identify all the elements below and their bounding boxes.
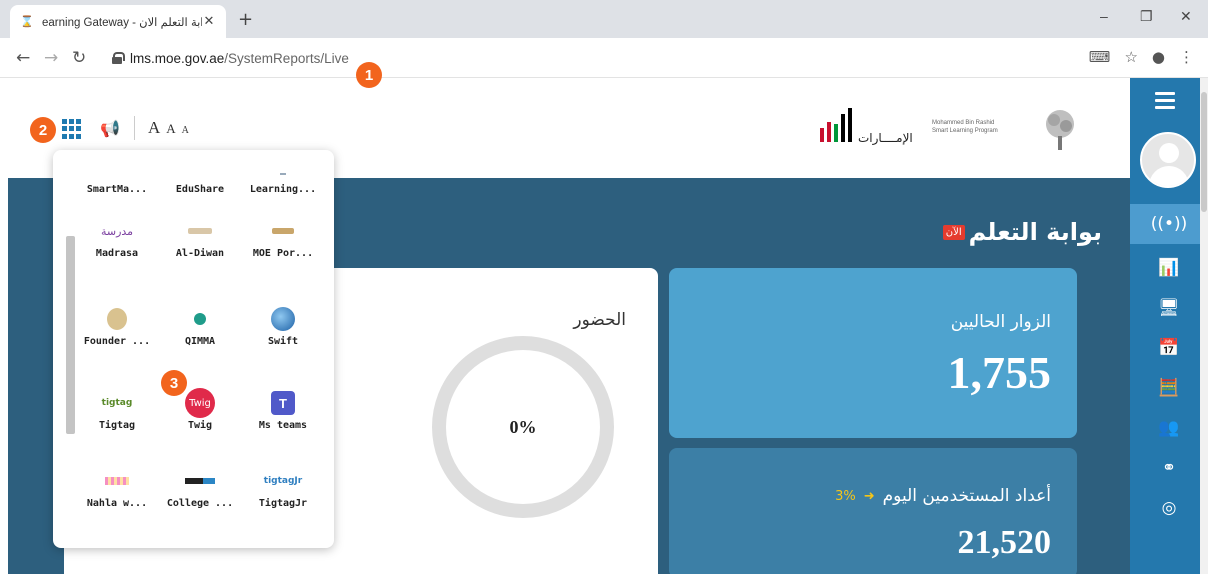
- app-college[interactable]: College ...: [160, 464, 240, 509]
- app-tigtagjr[interactable]: tigtagJr TigtagJr: [243, 464, 323, 509]
- tigtagjr-icon: tigtagJr: [263, 476, 303, 486]
- users-change: 3%: [835, 488, 856, 504]
- svg-text:الإمــــارات: الإمــــارات: [858, 131, 913, 146]
- ms-teams-icon: T: [243, 386, 323, 420]
- apps-dropdown: SmartMa... EduShare Learning... مدرسة Ma…: [53, 150, 334, 548]
- app-smartma[interactable]: SmartMa...: [77, 150, 157, 195]
- browser-tab-bar: ⌛ earning Gateway - بوابة التعلم الان ✕ …: [0, 0, 1208, 38]
- qimma-icon: [160, 302, 240, 336]
- app-madrasa[interactable]: مدرسة Madrasa: [77, 214, 157, 260]
- address-bar-row: ← → ↻ lms.moe.gov.ae/SystemReports/Live …: [0, 38, 1208, 78]
- nahla-icon: [77, 464, 157, 498]
- analytics-chart-icon[interactable]: 📊: [1130, 248, 1208, 288]
- apps-grid-icon[interactable]: [62, 119, 82, 139]
- page-title: بوابة التعلم الآن: [942, 218, 1102, 246]
- network-nodes-icon[interactable]: ⚭: [1130, 448, 1208, 488]
- app-edushare[interactable]: EduShare: [160, 150, 240, 195]
- apps-scrollbar[interactable]: [66, 236, 75, 434]
- users-label-row: أعداد المستخدمين اليوم ➜ 3%: [835, 486, 1051, 506]
- close-tab-icon[interactable]: ✕: [202, 14, 216, 29]
- attendance-label: الحضور: [573, 310, 626, 330]
- tab-title: earning Gateway - بوابة التعلم الان: [42, 16, 202, 29]
- live-badge: الآن: [942, 224, 965, 240]
- app-learning[interactable]: Learning...: [243, 150, 323, 195]
- monitor-icon[interactable]: 🖥: [1130, 288, 1208, 328]
- users-label: أعداد المستخدمين اليوم: [882, 486, 1051, 506]
- lifebuoy-icon[interactable]: ◎: [1130, 488, 1208, 528]
- bookmark-star-icon[interactable]: ☆: [1124, 48, 1137, 66]
- font-size-controls: A A A: [148, 118, 189, 138]
- megaphone-icon[interactable]: 📢: [100, 119, 120, 138]
- app-al-diwan[interactable]: Al-Diwan: [160, 214, 240, 259]
- app-moe-portal[interactable]: MOE Por...: [243, 214, 323, 259]
- page-scrollbar[interactable]: [1200, 78, 1208, 574]
- translate-icon[interactable]: ⌨: [1089, 48, 1111, 66]
- aldiwan-icon: [160, 214, 240, 248]
- live-broadcast-icon[interactable]: ((•)): [1130, 204, 1208, 244]
- url-text: lms.moe.gov.ae/SystemReports/Live: [130, 50, 349, 66]
- minimize-button[interactable]: –: [1100, 8, 1108, 24]
- more-menu-icon[interactable]: ⋮: [1179, 48, 1194, 66]
- url-input[interactable]: lms.moe.gov.ae/SystemReports/Live: [98, 44, 1098, 72]
- reload-icon[interactable]: ↻: [72, 48, 86, 68]
- uae-logo: الإمــــارات: [820, 108, 913, 146]
- visitors-label: الزوار الحاليين: [950, 312, 1051, 332]
- font-large-button[interactable]: A: [148, 118, 160, 138]
- users-group-icon[interactable]: 👥: [1130, 408, 1208, 448]
- attendance-value: 0%: [509, 416, 537, 437]
- calendar-icon[interactable]: 📅: [1130, 328, 1208, 368]
- app-founder[interactable]: Founder ...: [77, 302, 157, 347]
- moe-portal-icon: [243, 214, 323, 248]
- edushare-icon: [160, 150, 240, 184]
- avatar[interactable]: [1140, 132, 1196, 188]
- madrasa-icon: مدرسة: [100, 224, 134, 238]
- learning-icon: [243, 150, 323, 184]
- college-icon: [160, 464, 240, 498]
- users-value: 21,520: [957, 524, 1052, 561]
- mbr-smart-learning-logo: Mohammed Bin Rashid Smart Learning Progr…: [932, 110, 1074, 150]
- address-bar-actions: ⌨ ☆ ● ⋮: [1089, 48, 1194, 66]
- svg-text:Mohammed Bin Rashid: Mohammed Bin Rashid: [932, 120, 994, 126]
- hamburger-menu-icon[interactable]: [1155, 92, 1175, 113]
- step-marker-1: 1: [356, 62, 382, 88]
- forward-arrow-icon[interactable]: →: [44, 48, 58, 68]
- app-ms-teams[interactable]: T Ms teams: [243, 386, 323, 431]
- tigtag-icon: tigtag: [101, 398, 133, 408]
- current-visitors-card: الزوار الحاليين 1,755: [669, 268, 1077, 438]
- close-window-button[interactable]: ✕: [1180, 8, 1192, 25]
- right-sidebar: ((•)) 📊 🖥 📅 🧮 👥 ⚭ ◎: [1130, 78, 1208, 574]
- login-arrow-icon: ➜: [863, 488, 875, 504]
- calculator-icon[interactable]: 🧮: [1130, 368, 1208, 408]
- browser-tab[interactable]: ⌛ earning Gateway - بوابة التعلم الان ✕: [10, 5, 226, 38]
- profile-icon[interactable]: ●: [1152, 48, 1165, 66]
- app-nahla[interactable]: Nahla w...: [77, 464, 157, 509]
- back-arrow-icon[interactable]: ←: [16, 48, 30, 68]
- maximize-button[interactable]: ❐: [1140, 8, 1153, 25]
- step-marker-2: 2: [30, 117, 56, 143]
- hourglass-icon: ⌛: [20, 15, 34, 28]
- app-swift[interactable]: Swift: [243, 302, 323, 347]
- step-marker-3: 3: [161, 370, 187, 396]
- visitors-value: 1,755: [947, 347, 1052, 398]
- app-qimma[interactable]: QIMMA: [160, 302, 240, 347]
- app-tigtag[interactable]: tigtag Tigtag: [77, 386, 157, 431]
- font-medium-button[interactable]: A: [166, 121, 175, 137]
- font-small-button[interactable]: A: [182, 125, 189, 136]
- lock-icon: [112, 52, 125, 64]
- swift-icon: [243, 302, 323, 336]
- new-tab-button[interactable]: +: [238, 9, 253, 30]
- attendance-donut: 0%: [430, 334, 616, 524]
- smartma-icon: [77, 150, 157, 184]
- svg-text:Smart Learning Program: Smart Learning Program: [932, 128, 998, 134]
- toolbar-divider: [134, 116, 135, 140]
- users-today-card: أعداد المستخدمين اليوم ➜ 3% 21,520: [669, 448, 1077, 574]
- founder-icon: [77, 302, 157, 336]
